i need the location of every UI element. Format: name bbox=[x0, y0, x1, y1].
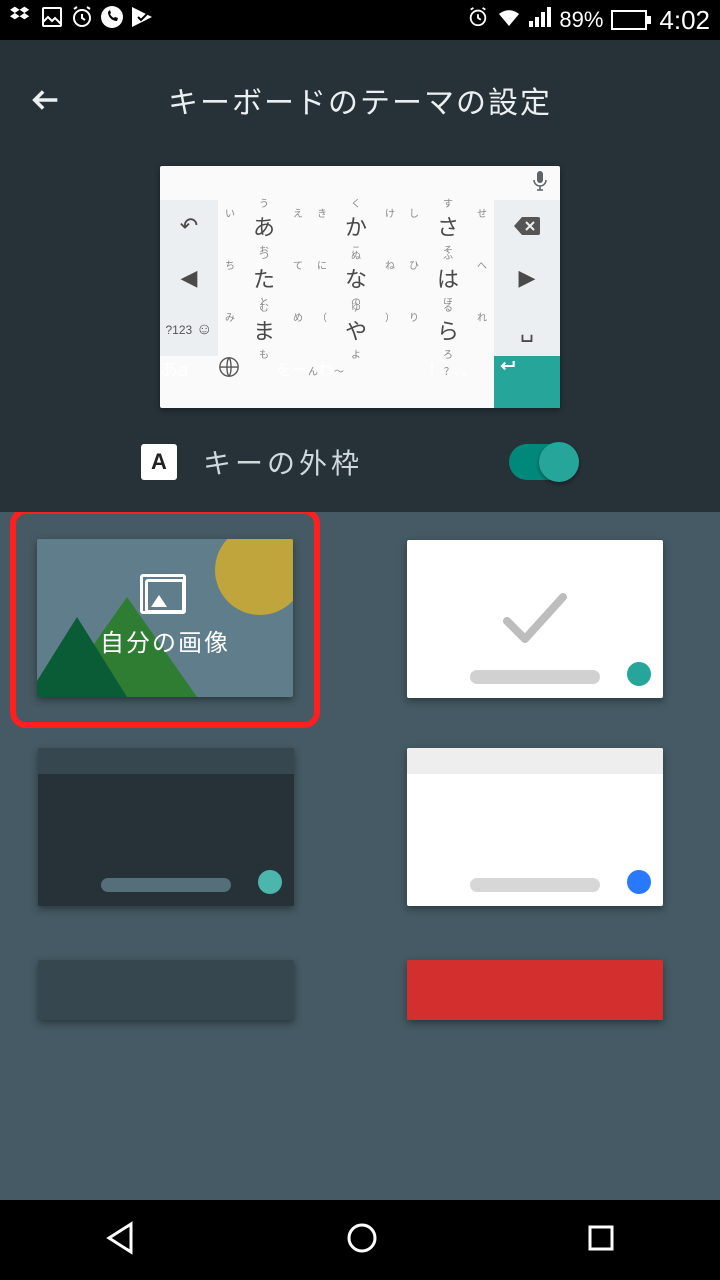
theme-red[interactable] bbox=[407, 960, 663, 1020]
preview-key-globe bbox=[218, 356, 276, 408]
preview-key-space: ␣ bbox=[494, 304, 560, 356]
theme-light-teal[interactable] bbox=[407, 540, 663, 698]
key-border-setting: A キーの外枠 bbox=[0, 416, 720, 512]
theme-dark-gray[interactable] bbox=[38, 960, 294, 1020]
play-check-icon bbox=[130, 5, 156, 35]
nav-back-button[interactable] bbox=[103, 1220, 139, 1261]
clock-time: 4:02 bbox=[659, 5, 710, 36]
preview-key-ra: りれるらろ bbox=[402, 304, 494, 356]
key-border-icon: A bbox=[141, 444, 177, 480]
theme-my-image[interactable]: 自分の画像 bbox=[37, 539, 293, 697]
preview-key-mode: あa bbox=[160, 356, 218, 408]
preview-key-right: ▶ bbox=[494, 252, 560, 304]
mic-icon bbox=[532, 171, 548, 196]
theme-my-image-label: 自分の画像 bbox=[100, 623, 230, 658]
preview-key-left: ◀ bbox=[160, 252, 218, 304]
themes-area: 自分の画像 bbox=[0, 512, 720, 1200]
image-stack-icon bbox=[145, 579, 185, 613]
preview-key-ma: みめむまも bbox=[218, 304, 310, 356]
preview-key-backspace bbox=[494, 200, 560, 252]
preview-key-ha: ひへふはほ bbox=[402, 252, 494, 304]
preview-key-wa: をーんわ〜 bbox=[276, 356, 428, 408]
alarm-icon bbox=[70, 5, 94, 35]
status-bar: 89% 4:02 bbox=[0, 0, 720, 40]
keyboard-preview-container: ↶ いえうあお きけくかこ しせすさそ ◀ ちてつたと にねぬなの ひへふはほ … bbox=[0, 160, 720, 416]
phone-icon bbox=[100, 5, 124, 35]
preview-key-na: にねぬなの bbox=[310, 252, 402, 304]
signal-icon bbox=[529, 7, 551, 33]
theme-my-image-highlight: 自分の画像 bbox=[10, 512, 320, 728]
preview-key-ta: ちてつたと bbox=[218, 252, 310, 304]
dropbox-icon bbox=[10, 5, 34, 35]
preview-key-sa: しせすさそ bbox=[402, 200, 494, 252]
key-border-toggle[interactable] bbox=[509, 444, 579, 480]
battery-percent: 89% bbox=[559, 7, 603, 33]
image-icon bbox=[40, 5, 64, 35]
status-right: 89% 4:02 bbox=[467, 5, 710, 36]
preview-key-a: いえうあお bbox=[218, 200, 310, 252]
preview-key-enter bbox=[494, 356, 560, 408]
preview-key-ka: きけくかこ bbox=[310, 200, 402, 252]
alarm-status-icon bbox=[467, 6, 489, 34]
status-left-icons bbox=[10, 5, 156, 35]
back-button[interactable] bbox=[24, 78, 68, 122]
keyboard-preview: ↶ いえうあお きけくかこ しせすさそ ◀ ちてつたと にねぬなの ひへふはほ … bbox=[160, 166, 560, 408]
theme-dark-teal[interactable] bbox=[38, 748, 294, 906]
battery-icon bbox=[611, 10, 647, 30]
key-border-label: キーの外枠 bbox=[203, 442, 363, 482]
nav-bar bbox=[0, 1200, 720, 1280]
preview-key-punct: ！？、。 bbox=[428, 356, 494, 408]
preview-key-ya: （）ゆやよ bbox=[310, 304, 402, 356]
preview-key-undo: ↶ bbox=[160, 200, 218, 252]
page-title: キーボードのテーマの設定 bbox=[68, 78, 652, 122]
theme-light-blue[interactable] bbox=[407, 748, 663, 906]
wifi-icon bbox=[497, 6, 521, 34]
nav-home-button[interactable] bbox=[344, 1220, 380, 1261]
nav-recent-button[interactable] bbox=[585, 1222, 617, 1259]
app-bar: キーボードのテーマの設定 bbox=[0, 40, 720, 160]
preview-key-num-emoji: ?123☺ bbox=[160, 304, 218, 356]
